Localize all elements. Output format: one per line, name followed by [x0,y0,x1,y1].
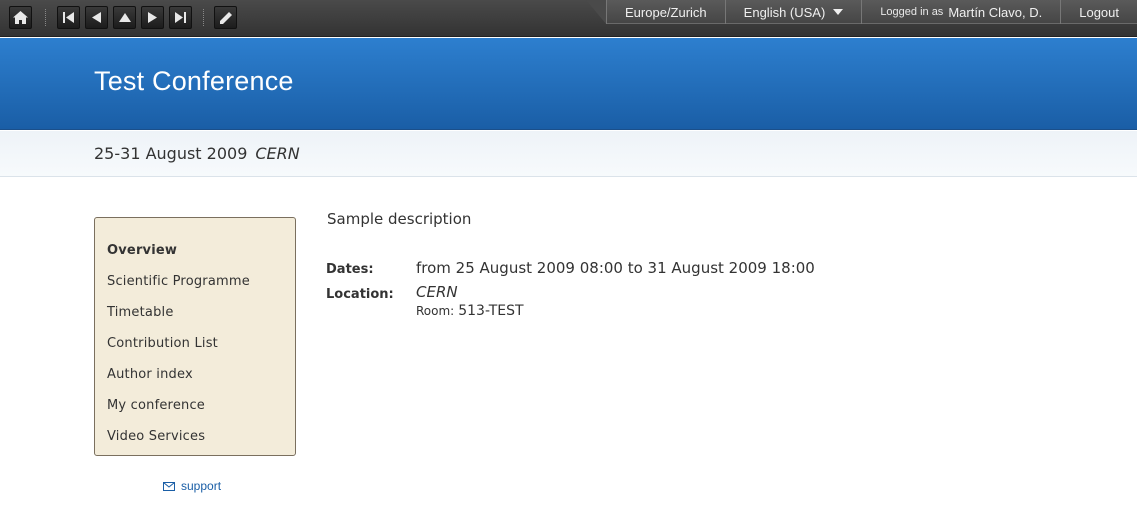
home-button[interactable] [9,6,32,29]
conference-place: CERN [255,144,300,163]
sidebar-item-overview[interactable]: Overview [95,235,295,266]
sidebar-item-timetable[interactable]: Timetable [95,297,295,328]
timezone-label: Europe/Zurich [625,4,707,20]
first-event-button[interactable] [57,6,80,29]
support-link[interactable]: support [163,479,221,493]
support-label: support [181,479,222,493]
skip-last-icon [175,12,186,23]
sidebar-item-author-index[interactable]: Author index [95,359,295,390]
sidebar-item-video-services[interactable]: Video Services [95,421,295,452]
logged-in-prefix: Logged in as [880,6,944,18]
language-selector[interactable]: English (USA) [724,0,862,24]
room-value: 513-TEST [458,303,524,319]
toolbar-separator [203,9,204,26]
logout-label: Logout [1079,4,1119,20]
previous-event-button[interactable] [85,6,108,29]
event-description: Sample description [327,210,472,228]
user-info[interactable]: Logged in as Martín Clavo, D. [861,0,1060,24]
page-title: Test Conference [94,66,294,96]
arrow-up-icon [118,13,131,22]
last-event-button[interactable] [169,6,192,29]
envelope-icon [163,481,175,491]
chevron-down-icon [833,9,844,15]
user-name: Martín Clavo, D. [948,4,1043,20]
location-value: CERN [416,283,458,301]
home-icon [13,11,28,24]
edit-event-button[interactable] [214,6,237,29]
sidebar-item-contribution-list[interactable]: Contribution List [95,328,295,359]
timezone-selector[interactable]: Europe/Zurich [606,0,725,24]
arrow-right-icon [148,12,157,23]
dates-label: Dates: [326,262,374,277]
toolbar-separator [45,9,46,26]
conference-dates: 25-31 August 2009 [94,144,248,163]
sidebar-menu: Overview Scientific Programme Timetable … [94,217,296,456]
top-toolbar: Europe/Zurich English (USA) Logged in as… [0,0,1137,37]
pencil-icon [219,11,232,24]
language-label: English (USA) [743,4,826,20]
up-category-button[interactable] [113,6,136,29]
skip-first-icon [63,12,74,23]
sidebar-item-my-conference[interactable]: My conference [95,390,295,421]
dates-value: from 25 August 2009 08:00 to 31 August 2… [416,259,815,277]
conference-header: Test Conference [0,38,1137,130]
location-label: Location: [326,287,394,302]
room-label: Room: [416,304,455,318]
next-event-button[interactable] [141,6,164,29]
date-band: 25-31 August 2009 CERN [0,131,1137,177]
arrow-left-icon [92,12,101,23]
user-menu-bar: Europe/Zurich English (USA) Logged in as… [586,0,1137,24]
logout-button[interactable]: Logout [1060,0,1137,24]
room-info: Room: 513-TEST [416,303,524,319]
sidebar-item-scientific-programme[interactable]: Scientific Programme [95,266,295,297]
